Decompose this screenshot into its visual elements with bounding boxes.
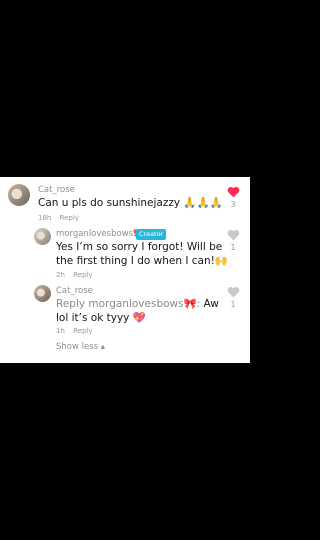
comment-time: 1h <box>56 327 65 335</box>
heart-icon[interactable] <box>227 286 240 298</box>
comment-meta: 18h Reply <box>38 214 79 222</box>
comment-time: 18h <box>38 214 52 222</box>
comment-username[interactable]: Cat_rose <box>38 185 75 195</box>
avatar[interactable] <box>34 285 51 302</box>
reply-mention[interactable]: Reply morganlovesbows🎀: <box>56 298 200 310</box>
like-count: 1 <box>230 300 236 309</box>
avatar[interactable] <box>8 184 30 206</box>
comment-time: 2h <box>56 271 65 279</box>
comment-username[interactable]: morganlovesbows🎀 <box>56 229 144 239</box>
reply-button[interactable]: Reply <box>73 271 92 279</box>
like-count: 1 <box>230 243 236 252</box>
comment-username[interactable]: Cat_rose <box>56 286 93 296</box>
comment-text: Reply morganlovesbows🎀: Aw lol it’s ok t… <box>56 297 228 325</box>
heart-icon[interactable] <box>227 229 240 241</box>
reply-button[interactable]: Reply <box>60 214 79 222</box>
heart-icon[interactable] <box>227 186 240 198</box>
comment-text: Can u pls do sunshinejazzy 🙏🙏🙏 <box>38 197 223 209</box>
reply-button[interactable]: Reply <box>73 327 92 335</box>
like-count: 3 <box>230 200 236 209</box>
comment-text: Yes I’m so sorry I forgot! Will be the f… <box>56 241 228 267</box>
show-less-button[interactable]: Show less ▴ <box>56 342 105 352</box>
comment-meta: 2h Reply <box>56 271 93 279</box>
comment-meta: 1h Reply <box>56 327 93 335</box>
creator-badge: Creator <box>136 229 167 240</box>
avatar[interactable] <box>34 228 51 245</box>
